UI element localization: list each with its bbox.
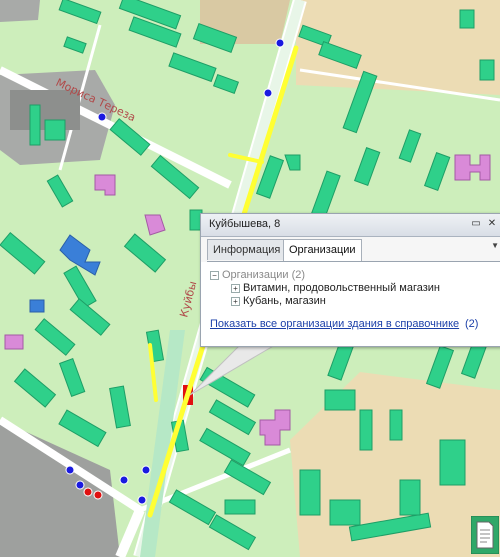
building-popup[interactable]: Куйбышева, 8 ▭ ✕ Информация Организации … xyxy=(200,213,500,347)
minimize-icon[interactable]: ▭ xyxy=(469,217,483,231)
popup-window-controls: ▭ ✕ xyxy=(469,217,499,231)
stop-marker xyxy=(65,465,75,475)
popup-titlebar[interactable]: Куйбышева, 8 ▭ ✕ xyxy=(201,214,500,237)
tabs-scroll-icon[interactable]: ▼ xyxy=(491,241,499,250)
organizations-panel: − Организации (2) + Витамин, продовольстве… xyxy=(201,262,500,346)
stop-marker-red xyxy=(93,490,103,500)
popup-tabs: Информация Организации ▼ xyxy=(207,239,500,262)
expand-icon[interactable]: + xyxy=(231,283,240,293)
stop-marker xyxy=(137,495,147,505)
industrial-zone-corner xyxy=(0,0,40,22)
tree-item-kuban[interactable]: + Кубань, магазин xyxy=(231,294,326,308)
close-icon[interactable]: ✕ xyxy=(485,217,499,231)
collapse-icon[interactable]: − xyxy=(210,270,219,280)
stop-marker xyxy=(75,480,85,490)
all-organizations-count[interactable]: (2) xyxy=(465,318,478,330)
tree-root[interactable]: − Организации (2) xyxy=(210,268,305,282)
stop-marker xyxy=(275,38,285,48)
tree-root-label: Организации (2) xyxy=(222,269,306,281)
popup-title: Куйбышева, 8 xyxy=(209,218,281,230)
tree-item-label: Витамин, продовольственный магазин xyxy=(243,282,440,294)
tree-item-vitamin[interactable]: + Витамин, продовольственный магазин xyxy=(231,281,440,295)
stop-marker-red xyxy=(83,487,93,497)
tree-item-label: Кубань, магазин xyxy=(243,295,326,307)
document-icon[interactable] xyxy=(471,516,499,554)
tab-information[interactable]: Информация xyxy=(207,239,287,260)
stop-marker xyxy=(119,475,129,485)
stop-marker xyxy=(97,112,107,122)
stop-marker xyxy=(263,88,273,98)
tab-organizations[interactable]: Организации xyxy=(283,239,362,261)
stop-marker xyxy=(141,465,151,475)
expand-icon[interactable]: + xyxy=(231,296,240,306)
all-organizations-link[interactable]: Показать все организации здания в справо… xyxy=(210,318,459,330)
